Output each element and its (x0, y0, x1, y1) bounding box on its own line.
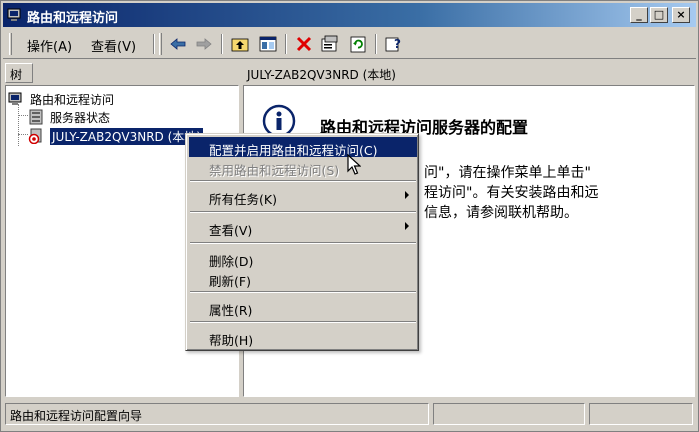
svg-text:?: ? (394, 37, 401, 51)
show-hide-tree-icon (259, 36, 277, 52)
menu-separator (190, 211, 416, 213)
maximize-button[interactable]: □ (650, 7, 668, 23)
info-text-line: 程访问"。有关安装路由和远 (424, 185, 599, 201)
status-text: 路由和远程访问配置向导 (5, 403, 429, 425)
tree-connector (18, 115, 28, 116)
refresh-icon (350, 36, 366, 53)
menu-item-refresh[interactable]: 刷新(F) (189, 268, 417, 289)
server-status-icon (29, 109, 43, 125)
menu-item-disable: 禁用路由和远程访问(S) (209, 163, 340, 178)
tree-connector (18, 134, 28, 135)
menu-view[interactable]: 查看(V) (91, 36, 136, 55)
submenu-arrow-icon (405, 222, 409, 230)
properties-button[interactable] (319, 34, 341, 54)
delete-icon (296, 36, 312, 52)
menu-item-configure-enable[interactable]: 配置并启用路由和远程访问(C) (189, 137, 417, 158)
forward-button[interactable] (193, 34, 215, 54)
menu-separator (190, 321, 416, 323)
status-panel-3 (589, 403, 693, 425)
menu-item-delete[interactable]: 删除(D) (189, 248, 417, 269)
tree-item-label: 服务器状态 (50, 111, 111, 125)
up-level-button[interactable] (229, 34, 251, 54)
menu-item-label: 所有任务(K) (209, 192, 277, 207)
routing-app-icon (7, 8, 21, 21)
mmc-window: 路由和远程访问 _ □ × 操作(A) 查看(V) ? 树 JULY-ZAB2Q… (0, 0, 699, 432)
toolbar-separator (153, 34, 155, 54)
show-hide-tree-button[interactable] (257, 34, 279, 54)
tree-connector (18, 104, 19, 146)
toolbar-separator (285, 34, 287, 54)
back-button[interactable] (167, 34, 189, 54)
status-panel-2 (433, 403, 585, 425)
status-bar: 路由和远程访问配置向导 (3, 401, 696, 429)
menu-item-properties[interactable]: 属性(R) (189, 297, 417, 318)
menu-item-all-tasks[interactable]: 所有任务(K) (189, 186, 417, 207)
server-down-icon (28, 128, 42, 144)
menu-action[interactable]: 操作(A) (27, 36, 72, 55)
toolbar-grip-2[interactable] (159, 33, 162, 55)
submenu-arrow-icon (405, 191, 409, 199)
up-folder-icon (231, 38, 249, 52)
close-button[interactable]: × (672, 7, 690, 23)
delete-button[interactable] (293, 34, 315, 54)
context-menu: 配置并启用路由和远程访问(C) 禁用路由和远程访问(S) 所有任务(K) 查看(… (185, 133, 419, 351)
menu-separator (190, 180, 416, 182)
menu-separator (190, 242, 416, 244)
info-text-line: 信息，请参阅联机帮助。 (424, 205, 578, 221)
mouse-pointer-icon (347, 154, 361, 175)
tree-item-label: 路由和远程访问 (30, 93, 115, 107)
tree-item-label: JULY-ZAB2QV3NRD (本地) (50, 128, 203, 145)
toolbar-grip[interactable] (9, 33, 12, 55)
window-title: 路由和远程访问 (27, 11, 119, 26)
forward-arrow-icon (196, 38, 212, 50)
title-bar[interactable]: 路由和远程访问 _ □ × (3, 3, 696, 27)
menu-separator (190, 291, 416, 293)
toolbar: 操作(A) 查看(V) ? (3, 29, 696, 59)
minimize-button[interactable]: _ (630, 7, 648, 23)
help-button[interactable]: ? (383, 34, 405, 54)
info-text-line: 问"，请在操作菜单上单击" (424, 165, 591, 181)
menu-item-view[interactable]: 查看(V) (189, 217, 417, 238)
menu-item-help[interactable]: 帮助(H) (189, 327, 417, 348)
menu-item-label: 查看(V) (209, 223, 253, 238)
tree-tab[interactable]: 树 (5, 63, 33, 83)
back-arrow-icon (170, 38, 186, 50)
toolbar-separator (221, 34, 223, 54)
refresh-button[interactable] (347, 34, 369, 54)
right-pane-header: JULY-ZAB2QV3NRD (本地) (247, 68, 396, 82)
routing-icon (8, 92, 22, 105)
help-icon: ? (385, 37, 401, 52)
toolbar-separator (375, 34, 377, 54)
properties-icon (321, 35, 338, 52)
